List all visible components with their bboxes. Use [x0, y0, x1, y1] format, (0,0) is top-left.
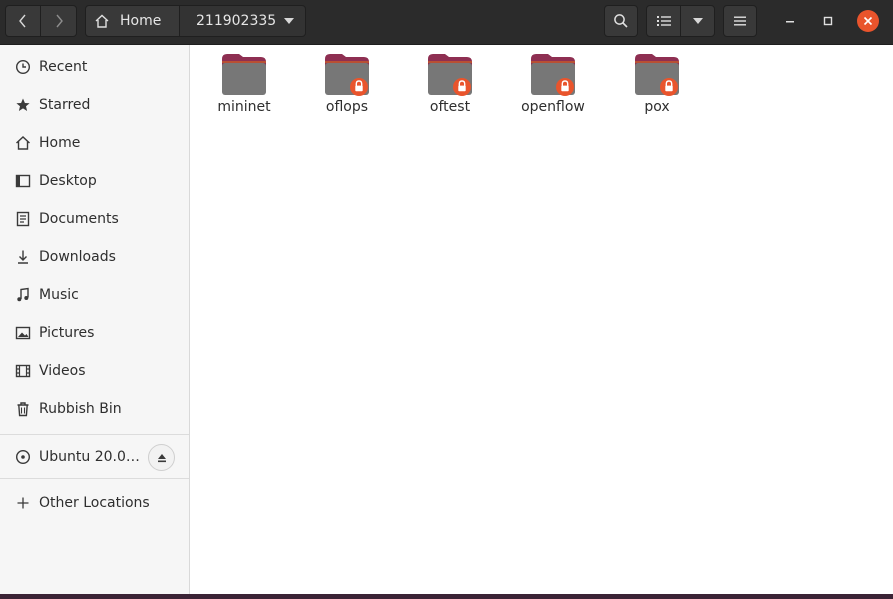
chevron-right-icon — [55, 14, 63, 28]
sidebar-item-label: Home — [39, 135, 81, 151]
folder-item-oflops[interactable]: oflops — [302, 53, 392, 123]
minimize-icon — [786, 21, 794, 23]
plus-icon — [15, 495, 31, 511]
lock-icon — [660, 78, 678, 96]
folder-item-openflow[interactable]: openflow — [508, 53, 598, 123]
sidebar-item-label: Recent — [39, 59, 88, 75]
sidebar: Recent Starred Home Desktop Documents Do… — [0, 45, 190, 599]
maximize-button[interactable] — [817, 10, 839, 32]
sidebar-item-documents[interactable]: Documents — [0, 200, 189, 238]
sidebar-item-music[interactable]: Music — [0, 276, 189, 314]
folder-item-oftest[interactable]: oftest — [405, 53, 495, 123]
header-bar: Home 211902335 — [0, 0, 893, 45]
sidebar-item-label: Documents — [39, 211, 119, 227]
close-button[interactable] — [857, 10, 879, 32]
sidebar-item-pictures[interactable]: Pictures — [0, 314, 189, 352]
lock-icon — [453, 78, 471, 96]
folder-icon — [325, 54, 369, 96]
minimize-button[interactable] — [779, 10, 801, 32]
lock-icon — [350, 78, 368, 96]
sidebar-item-label: Downloads — [39, 249, 116, 265]
star-icon — [15, 97, 31, 113]
hamburger-icon — [734, 16, 746, 26]
folder-icon — [428, 54, 472, 96]
lock-icon — [556, 78, 574, 96]
sidebar-separator — [0, 434, 189, 435]
folder-icon — [222, 54, 266, 95]
sidebar-item-desktop[interactable]: Desktop — [0, 162, 189, 200]
file-view: mininet oflops oftest openflow pox — [190, 45, 893, 599]
path-segment-current: 211902335 — [196, 13, 277, 29]
main-menu-button[interactable] — [723, 5, 757, 37]
eject-icon — [157, 453, 166, 462]
desktop-background-strip — [0, 594, 893, 599]
file-manager-window: Home 211902335 Recent Starred Home Deskt… — [0, 0, 893, 599]
desktop-icon — [15, 173, 31, 189]
sidebar-item-downloads[interactable]: Downloads — [0, 238, 189, 276]
chevron-down-icon — [692, 18, 703, 24]
sidebar-item-rubbish-bin[interactable]: Rubbish Bin — [0, 390, 189, 428]
list-view-icon — [656, 16, 671, 26]
sidebar-item-label: Videos — [39, 363, 86, 379]
home-icon — [15, 135, 31, 151]
sidebar-separator — [0, 478, 189, 479]
path-current-folder-button[interactable]: 211902335 — [179, 5, 306, 37]
folder-item-mininet[interactable]: mininet — [199, 53, 289, 123]
path-home-button[interactable]: Home — [85, 5, 180, 37]
close-icon — [863, 16, 873, 26]
folder-name: pox — [644, 99, 670, 115]
sidebar-item-videos[interactable]: Videos — [0, 352, 189, 390]
folder-item-pox[interactable]: pox — [612, 53, 702, 123]
video-icon — [15, 363, 31, 379]
sidebar-item-label: Rubbish Bin — [39, 401, 122, 417]
sidebar-item-label: Pictures — [39, 325, 95, 341]
sidebar-item-label: Other Locations — [39, 495, 150, 511]
back-button[interactable] — [5, 5, 41, 37]
search-icon — [614, 14, 628, 28]
download-icon — [15, 249, 31, 265]
sidebar-item-starred[interactable]: Starred — [0, 86, 189, 124]
sidebar-item-home[interactable]: Home — [0, 124, 189, 162]
list-view-button[interactable] — [646, 5, 681, 37]
clock-icon — [15, 59, 31, 75]
picture-icon — [15, 325, 31, 341]
sidebar-item-other-locations[interactable]: Other Locations — [0, 484, 189, 522]
chevron-left-icon — [19, 14, 26, 28]
sidebar-item-label: Desktop — [39, 173, 97, 189]
sidebar-item-label: Music — [39, 287, 79, 303]
document-icon — [15, 211, 31, 227]
forward-button[interactable] — [40, 5, 77, 37]
view-options-button[interactable] — [680, 5, 715, 37]
folder-name: openflow — [521, 99, 585, 115]
maximize-icon — [823, 16, 833, 26]
folder-name: mininet — [217, 99, 271, 115]
trash-icon — [15, 401, 31, 417]
music-icon — [15, 287, 31, 303]
folder-name: oftest — [429, 99, 471, 115]
folder-icon — [531, 54, 575, 96]
sidebar-item-recent[interactable]: Recent — [0, 48, 189, 86]
eject-button[interactable] — [148, 444, 175, 471]
folder-name: oflops — [325, 99, 369, 115]
disc-icon — [15, 449, 31, 465]
sidebar-item-label: Starred — [39, 97, 91, 113]
home-icon — [95, 14, 109, 28]
sidebar-item-ubuntu-drive[interactable]: Ubuntu 20.0… — [0, 438, 189, 476]
path-segment-home: Home — [120, 13, 162, 29]
folder-icon — [635, 54, 679, 96]
chevron-down-icon — [284, 18, 294, 24]
sidebar-item-label: Ubuntu 20.0… — [39, 449, 140, 465]
search-button[interactable] — [604, 5, 638, 37]
